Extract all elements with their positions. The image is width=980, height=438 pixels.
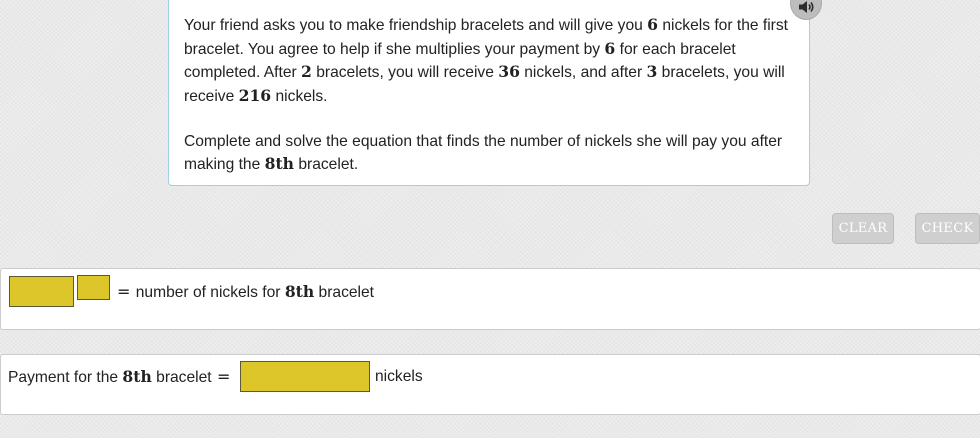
math-value: 3 xyxy=(646,62,658,81)
equation-text: number of nickels for xyxy=(131,284,285,301)
question-paragraph-2: Complete and solve the equation that fin… xyxy=(184,131,795,177)
equals-sign: = xyxy=(216,367,231,386)
question-card: Your friend asks you to make friendship … xyxy=(168,0,810,186)
payment-text: bracelet xyxy=(151,369,216,386)
exponent-input-box[interactable] xyxy=(77,275,110,300)
equation-row: = number of nickels for 8th bracelet xyxy=(0,268,980,330)
payment-row: Payment for the 8th bracelet = nickels xyxy=(0,354,980,415)
unit-label: nickels xyxy=(375,368,423,385)
math-value: 36 xyxy=(498,62,520,81)
question-text: bracelet. xyxy=(294,156,359,173)
question-text: nickels, and after xyxy=(519,64,647,81)
question-paragraph-1: Your friend asks you to make friendship … xyxy=(184,14,795,108)
math-value: 6 xyxy=(647,15,659,34)
check-button[interactable]: CHECK xyxy=(915,213,980,244)
question-text: nickels. xyxy=(271,87,328,105)
speaker-icon xyxy=(799,1,814,13)
clear-button[interactable]: CLEAR xyxy=(832,213,894,244)
equation-label: = number of nickels for 8th bracelet xyxy=(116,282,374,303)
math-value: 6 xyxy=(604,38,616,58)
payment-text: Payment for the xyxy=(8,369,123,386)
math-value: 2 xyxy=(301,62,312,81)
equation-text: bracelet xyxy=(314,284,375,301)
equals-sign: = xyxy=(117,282,131,301)
question-text: Your friend asks you to make friendship … xyxy=(184,17,648,34)
ordinal-value: 8th xyxy=(122,367,152,386)
math-value: 8th xyxy=(264,154,295,173)
ordinal-value: 8th xyxy=(284,282,315,301)
payment-label: Payment for the 8th bracelet = xyxy=(8,367,231,388)
base-input-box[interactable] xyxy=(9,276,74,307)
question-text: bracelets, you will receive xyxy=(311,64,499,81)
payment-input-box[interactable] xyxy=(240,361,370,392)
math-value: 216 xyxy=(238,85,272,105)
